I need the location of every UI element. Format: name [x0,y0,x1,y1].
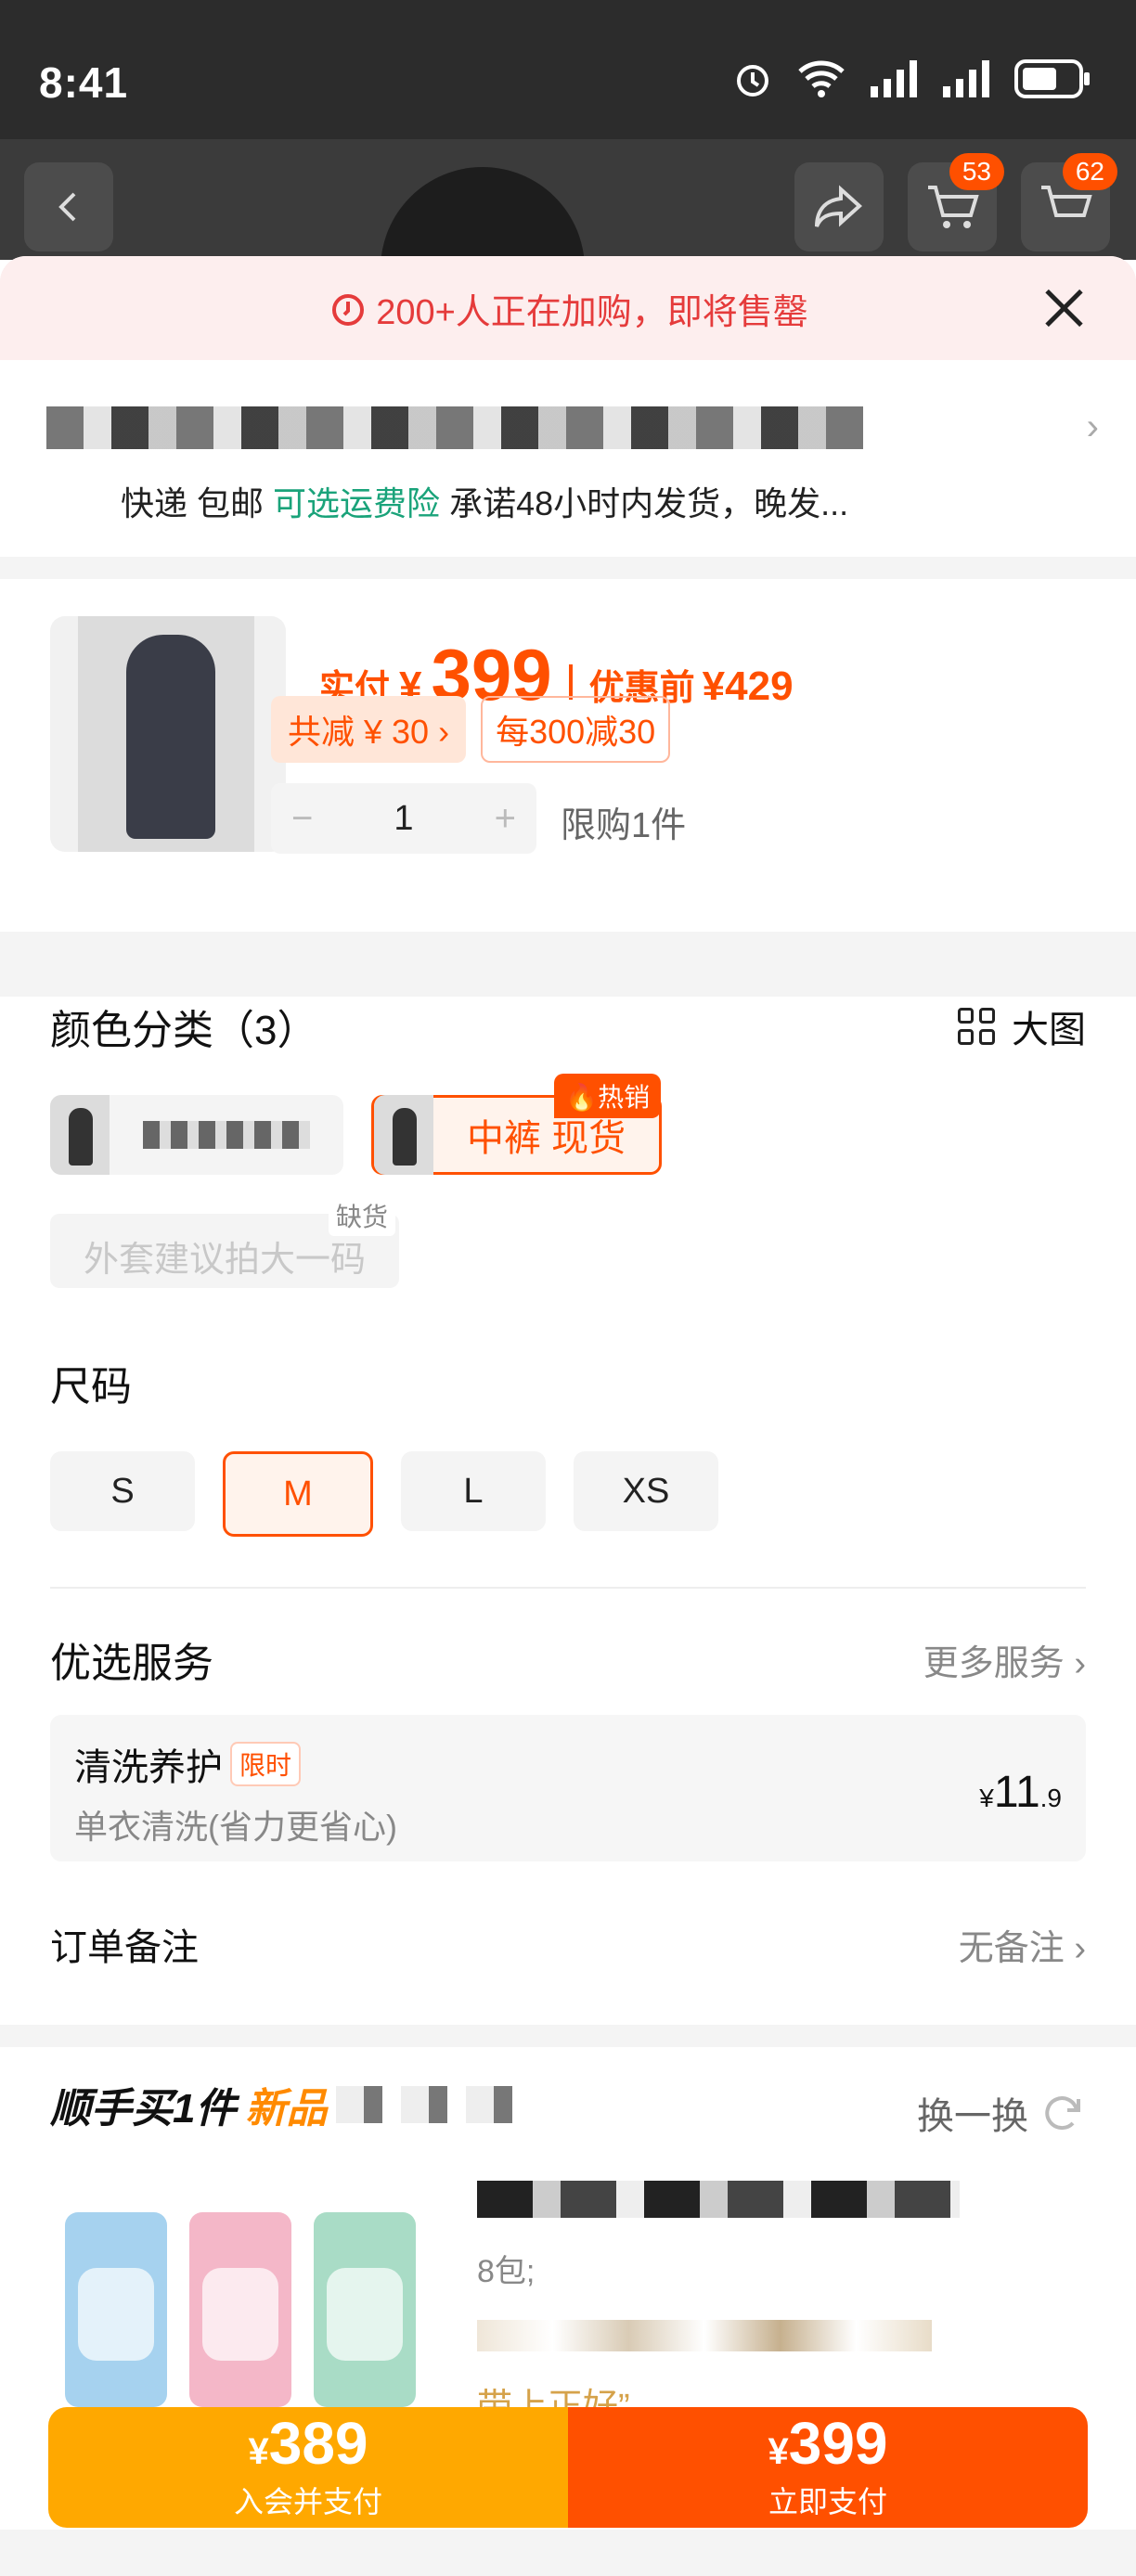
color-header: 颜色分类（3） 大图 [50,997,1086,1056]
delivery-info: 快递 包邮 可选运费险 承诺48小时内发货，晚发... [121,484,849,522]
size-option-l[interactable]: L [401,1451,546,1531]
total-discount-tag[interactable]: 共减 ¥ 30 › [271,696,467,763]
recommend-line1: 8包; [477,2254,536,2289]
color-title: 颜色分类（3） [50,1008,318,1053]
color-option-1[interactable] [50,1095,343,1175]
product-thumbnail[interactable] [50,616,286,852]
promo-tag: 每300减30 [481,696,671,763]
color-option-2[interactable]: 中裤 现货 🔥热销 [371,1074,663,1175]
pay-now-button[interactable]: ¥399 立即支付 [568,2407,1088,2528]
back-button[interactable] [24,162,113,251]
recommend-name-redacted [477,2181,960,2218]
color-option-3[interactable]: 外套建议拍大一码 缺货 [50,1195,400,1288]
purchase-sheet: 200+人正在加购，即将售罄 › 快递 包邮 可选运费险 承诺48小时内发货，晚… [0,256,1136,2576]
grid-icon [958,1008,995,1045]
service-price: ¥11.9 [979,1768,1062,1817]
increase-button[interactable]: + [495,798,516,840]
payment-bar: ¥389 入会并支付 ¥399 立即支付 [48,2407,1088,2528]
delivery-address-row[interactable]: › 快递 包邮 可选运费险 承诺48小时内发货，晚发... [0,360,1136,557]
swap-button[interactable]: 换一换 [917,2086,1084,2140]
stock-alert-banner: 200+人正在加购，即将售罄 [0,256,1136,360]
recommend-product-image[interactable] [65,2212,416,2407]
services-header: 优选服务 更多服务 › [50,1629,1086,1689]
quantity-value: 1 [394,798,414,838]
member-pay-button[interactable]: ¥389 入会并支付 [48,2407,568,2528]
big-image-button[interactable]: 大图 [958,999,1086,1053]
discount-tags: 共减 ¥ 30 › 每300减30 [271,696,671,763]
decrease-button[interactable]: − [291,798,313,840]
system-icons [731,58,1091,100]
share-button[interactable] [794,162,884,251]
order-note-row[interactable]: 订单备注 无备注 › [50,1917,1086,2025]
signal-icon [871,60,917,97]
close-icon[interactable] [1038,282,1090,334]
size-option-m[interactable]: M [223,1451,373,1537]
share-icon [815,185,862,227]
order-note-value: 无备注 › [958,1928,1086,1968]
cart-button[interactable]: 53 [908,153,1004,251]
messages-button[interactable]: 62 [1021,153,1117,251]
address-redacted [46,406,863,449]
option-name-redacted [143,1121,310,1149]
hot-badge: 🔥热销 [554,1074,662,1118]
chevron-right-icon: › [1086,406,1099,447]
stock-alert-text: 200+人正在加购，即将售罄 [376,292,808,332]
services-title: 优选服务 [50,1641,213,1686]
message-count-badge: 62 [1062,153,1117,190]
alarm-clock-icon [332,294,365,326]
options-card: 颜色分类（3） 大图 中裤 现货 🔥热销 外套建议拍大一码 缺货 尺码 S M … [0,997,1136,2025]
status-bar: 8:41 [0,0,1136,139]
size-title: 尺码 [50,1364,132,1410]
refresh-icon [1045,2096,1080,2131]
cleaning-service[interactable]: 清洗养护 限时 单衣清洗(省力更省心) ¥11.9 [50,1715,1086,1861]
chevron-left-icon [58,192,76,222]
battery-icon [1014,59,1090,98]
shipping-insurance-link[interactable]: 可选运费险 [273,484,440,522]
service-desc: 单衣清洗(省力更省心) [74,1808,397,1846]
order-note-label: 订单备注 [50,1927,199,1968]
purchase-limit: 限购1件 [561,806,687,845]
out-of-stock-badge: 缺货 [329,1195,396,1236]
size-option-s[interactable]: S [50,1451,195,1531]
color-options: 中裤 现货 🔥热销 [50,1074,1086,1175]
signal-icon-2 [943,60,989,97]
size-options: S M L XS [50,1451,1086,1537]
divider [50,1587,1086,1589]
limited-tag: 限时 [230,1742,302,1786]
more-services-link[interactable]: 更多服务 › [923,1634,1086,1685]
status-time: 8:41 [39,58,129,107]
recommend-desc-redacted [477,2320,932,2351]
wifi-icon [798,60,845,97]
alarm-icon [737,65,768,97]
cart-count-badge: 53 [949,153,1004,190]
quantity-stepper: − 1 + [271,783,536,854]
original-price: ¥429 [702,663,794,709]
size-option-xs[interactable]: XS [574,1451,718,1531]
